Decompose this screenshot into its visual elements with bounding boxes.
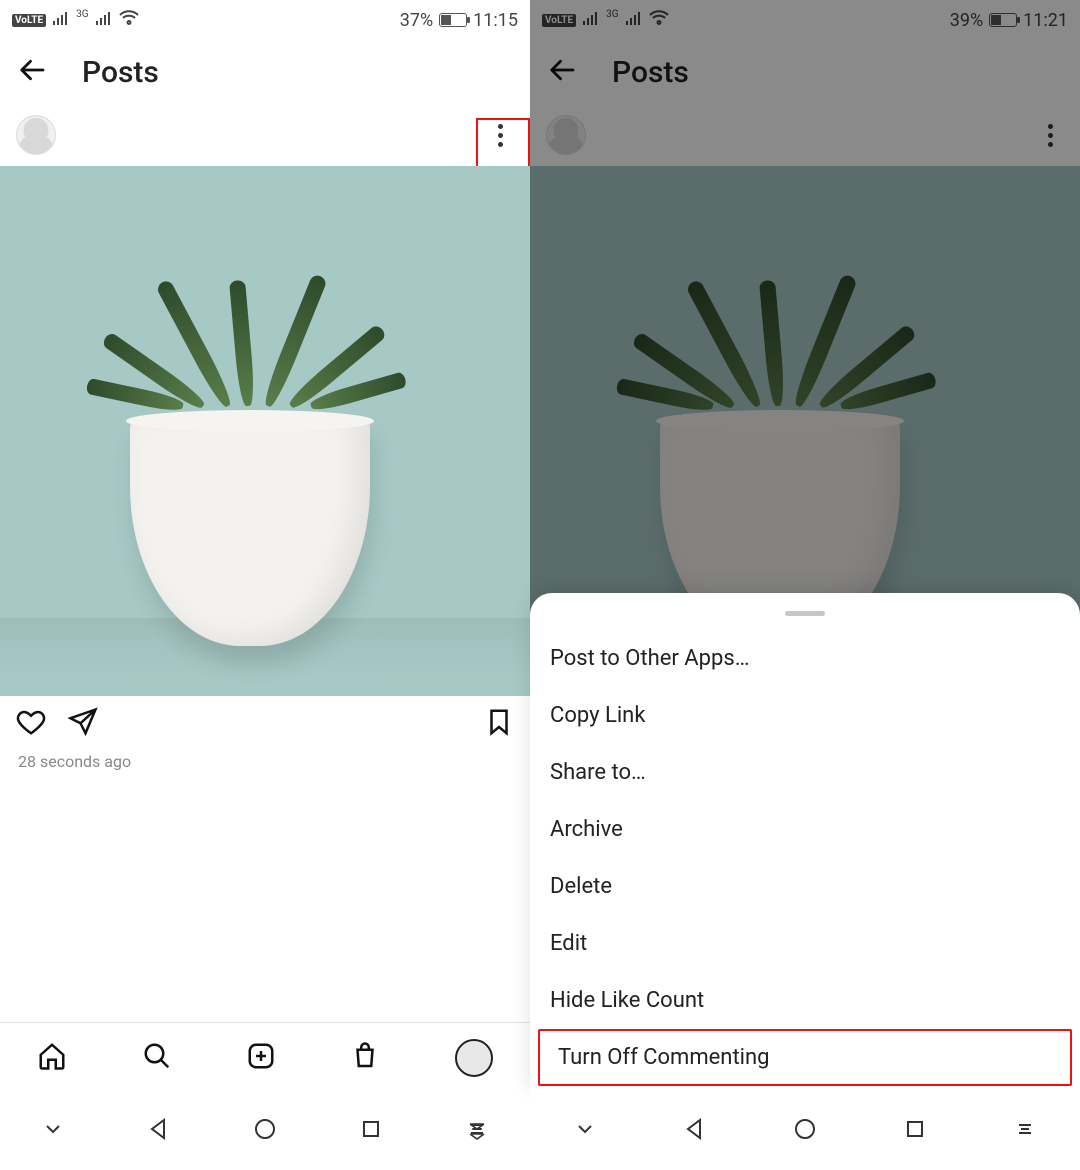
share-icon[interactable] <box>68 707 98 741</box>
author-avatar[interactable] <box>16 115 56 155</box>
menu-post-other-apps[interactable]: Post to Other Apps… <box>530 630 1080 687</box>
back-arrow-icon[interactable] <box>18 55 48 89</box>
app-header: Posts <box>0 40 530 104</box>
status-bar: VoLTE 3G 39% 11:21 <box>530 0 1080 40</box>
pot-illustration <box>130 416 370 646</box>
home-tab-icon[interactable] <box>37 1041 67 1075</box>
menu-copy-link[interactable]: Copy Link <box>530 687 1080 744</box>
menu-hide-like-count[interactable]: Hide Like Count <box>530 972 1080 1029</box>
menu-share-to[interactable]: Share to… <box>530 744 1080 801</box>
system-nav-bar <box>530 1092 1080 1170</box>
nav-collapse-icon[interactable] <box>41 1117 65 1145</box>
menu-delete[interactable]: Delete <box>530 858 1080 915</box>
wifi-icon <box>649 10 669 31</box>
options-bottom-sheet: Post to Other Apps… Copy Link Share to… … <box>530 593 1080 1092</box>
signal-icon <box>625 10 643 31</box>
nav-recent-icon[interactable] <box>903 1117 927 1145</box>
status-bar: VoLTE 3G 37% 11:15 <box>0 0 530 40</box>
callout-highlight <box>476 118 530 172</box>
nav-back-icon[interactable] <box>147 1117 171 1145</box>
nav-recent-icon[interactable] <box>359 1117 383 1145</box>
phone-left: VoLTE 3G 37% 11:15 Posts <box>0 0 530 1170</box>
more-options-button[interactable] <box>1036 121 1064 149</box>
post-actions <box>0 696 530 752</box>
post-header <box>530 104 1080 166</box>
wifi-icon <box>119 10 139 31</box>
app-header: Posts <box>530 40 1080 104</box>
network-type: 3G <box>606 9 618 20</box>
bookmark-icon[interactable] <box>484 707 514 741</box>
page-title: Posts <box>82 55 159 90</box>
signal-icon <box>95 10 113 31</box>
signal-icon <box>52 10 70 31</box>
profile-tab-icon[interactable] <box>455 1039 493 1077</box>
menu-turn-off-commenting[interactable]: Turn Off Commenting <box>538 1029 1072 1086</box>
nav-menu-icon[interactable] <box>465 1117 489 1145</box>
search-tab-icon[interactable] <box>142 1041 172 1075</box>
post-timestamp: 28 seconds ago <box>0 752 530 771</box>
volte-badge: VoLTE <box>12 14 46 27</box>
nav-home-icon[interactable] <box>253 1117 277 1145</box>
menu-edit[interactable]: Edit <box>530 915 1080 972</box>
clock: 11:15 <box>473 10 518 31</box>
nav-home-icon[interactable] <box>793 1117 817 1145</box>
post-header <box>0 104 530 166</box>
page-title: Posts <box>612 55 689 90</box>
signal-icon <box>582 10 600 31</box>
volte-badge: VoLTE <box>542 14 576 27</box>
system-nav-bar <box>0 1092 530 1170</box>
phone-right: VoLTE 3G 39% 11:21 Posts <box>530 0 1080 1170</box>
create-tab-icon[interactable] <box>246 1041 276 1075</box>
like-icon[interactable] <box>16 707 46 741</box>
clock: 11:21 <box>1023 10 1068 31</box>
menu-archive[interactable]: Archive <box>530 801 1080 858</box>
post-image[interactable] <box>0 166 530 696</box>
author-avatar[interactable] <box>546 115 586 155</box>
shop-tab-icon[interactable] <box>350 1041 380 1075</box>
sheet-grabber[interactable] <box>785 611 825 616</box>
nav-back-icon[interactable] <box>683 1117 707 1145</box>
nav-collapse-icon[interactable] <box>573 1117 597 1145</box>
battery-icon <box>989 13 1017 27</box>
network-type: 3G <box>76 9 88 20</box>
battery-percent: 37% <box>400 10 433 31</box>
battery-icon <box>439 13 467 27</box>
bottom-tab-bar <box>0 1022 530 1092</box>
back-arrow-icon[interactable] <box>548 55 578 89</box>
nav-menu-icon[interactable] <box>1013 1117 1037 1145</box>
battery-percent: 39% <box>950 10 983 31</box>
